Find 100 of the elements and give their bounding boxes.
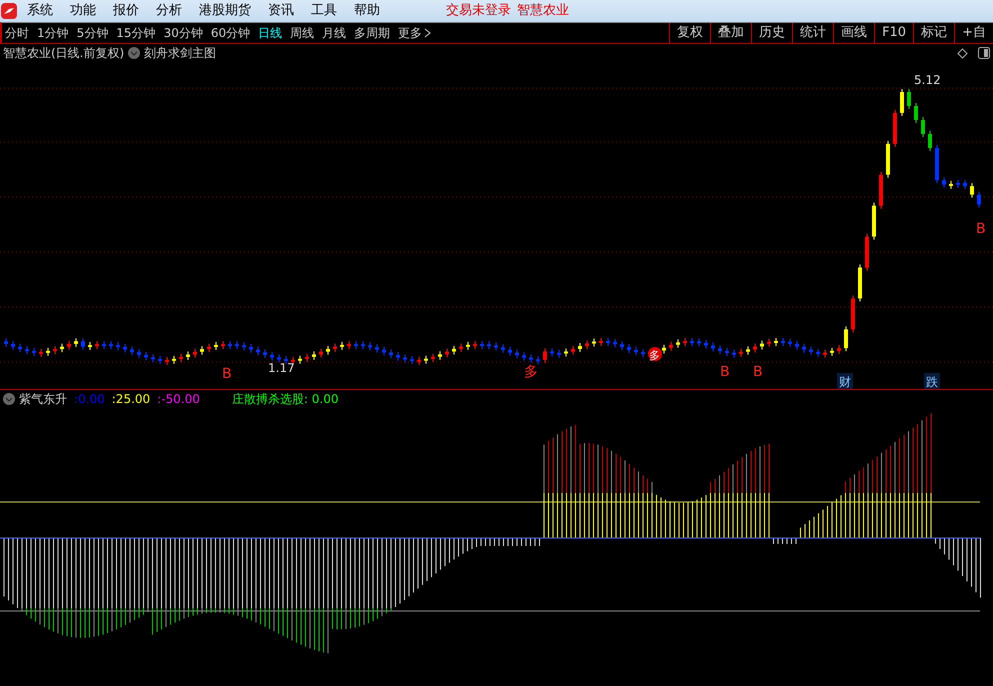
candle [305, 353, 309, 362]
toolbar-button[interactable]: 历史 [751, 23, 792, 43]
toolbar-button[interactable]: +自 [954, 23, 993, 43]
period-tab[interactable]: 多周期 [354, 24, 390, 42]
candle [242, 342, 246, 351]
dropdown-icon[interactable] [3, 393, 15, 405]
candle [228, 340, 232, 350]
menu-item[interactable]: 资讯 [268, 1, 294, 21]
candle [214, 341, 218, 350]
period-tab[interactable]: 30分钟 [164, 24, 203, 42]
candle [886, 140, 890, 178]
candle [431, 353, 435, 362]
candle [312, 350, 316, 360]
candle [928, 130, 932, 152]
candle [368, 342, 372, 351]
candle [74, 338, 78, 348]
candle [298, 355, 302, 364]
candle [725, 348, 729, 357]
candle [634, 346, 638, 356]
candle [130, 346, 134, 356]
menu-item[interactable]: 功能 [70, 1, 96, 21]
candle [396, 352, 400, 361]
toolbar-button[interactable]: 复权 [669, 23, 710, 43]
candle [970, 182, 974, 198]
candle [956, 179, 960, 188]
signal-value: 庄散搏杀选股: 0.00 [232, 391, 338, 408]
candle [53, 346, 57, 355]
period-tab[interactable]: 60分钟 [210, 24, 250, 42]
candle [326, 345, 330, 356]
candle [872, 202, 876, 240]
period-tab[interactable]: 5分钟 [76, 24, 108, 42]
diamond-icon[interactable] [957, 48, 968, 58]
candle [249, 344, 253, 353]
candle [578, 342, 582, 352]
menu-item[interactable]: 港股期货 [199, 1, 251, 21]
candle [123, 343, 127, 353]
candle [508, 346, 512, 356]
candle [200, 346, 204, 356]
panel-toggle-icon[interactable] [978, 47, 990, 59]
period-tab[interactable]: 更多 [398, 24, 432, 42]
candle [627, 344, 631, 354]
candle [669, 341, 673, 352]
candle [403, 354, 407, 363]
candle [424, 355, 428, 364]
period-tab[interactable]: 周线 [290, 24, 314, 42]
signal-label: B [222, 366, 232, 382]
period-tab[interactable]: 1分钟 [37, 24, 69, 42]
candle [907, 88, 911, 110]
candle [263, 348, 267, 358]
indicator-value: :0.00 [74, 391, 105, 408]
candle [221, 340, 225, 350]
signal-label: 多 [524, 364, 538, 380]
candle [452, 345, 456, 356]
candle [137, 348, 141, 358]
toolbar-button[interactable]: 画线 [833, 23, 874, 43]
event-tag: 财 [837, 373, 853, 389]
candle [11, 340, 15, 350]
candle [60, 343, 64, 353]
period-tab[interactable]: 日线 [258, 24, 282, 42]
candle [662, 344, 666, 354]
candle [620, 340, 624, 351]
menu-item[interactable]: 系统 [27, 1, 53, 21]
candle [543, 348, 547, 364]
candle [375, 344, 379, 354]
app-logo-icon [1, 3, 17, 19]
period-tab[interactable]: 15分钟 [116, 24, 156, 42]
candle [858, 264, 862, 302]
candle [347, 340, 351, 350]
toolbar-button[interactable]: 标记 [913, 23, 954, 43]
candle [438, 350, 442, 360]
candle [46, 347, 50, 356]
candle [361, 340, 365, 350]
toolbar-button[interactable]: F10 [874, 23, 914, 43]
event-tag: 跌 [924, 373, 940, 389]
period-tab[interactable]: 分时 [5, 24, 29, 42]
candle [284, 356, 288, 365]
candle [277, 354, 281, 363]
candle [837, 344, 841, 354]
price-label: 5.12 [914, 73, 941, 87]
candle [494, 342, 498, 351]
candle [809, 346, 813, 356]
candle [942, 176, 946, 188]
candle [256, 346, 260, 356]
menu-item[interactable]: 分析 [156, 1, 182, 21]
candle [165, 356, 169, 366]
candle [501, 344, 505, 354]
menu-item[interactable]: 帮助 [354, 1, 380, 21]
candle [921, 116, 925, 138]
toolbar-button[interactable]: 统计 [792, 23, 834, 43]
candle [515, 349, 519, 359]
menu-item[interactable]: 工具 [311, 1, 337, 21]
toolbar-button[interactable]: 叠加 [710, 23, 752, 43]
candle [571, 346, 575, 355]
candle [172, 355, 176, 364]
candle [557, 349, 561, 358]
period-tab[interactable]: 月线 [322, 24, 346, 42]
candle [697, 338, 701, 347]
menu-item[interactable]: 报价 [113, 1, 139, 21]
candle [788, 338, 792, 348]
dropdown-icon[interactable] [128, 47, 140, 59]
